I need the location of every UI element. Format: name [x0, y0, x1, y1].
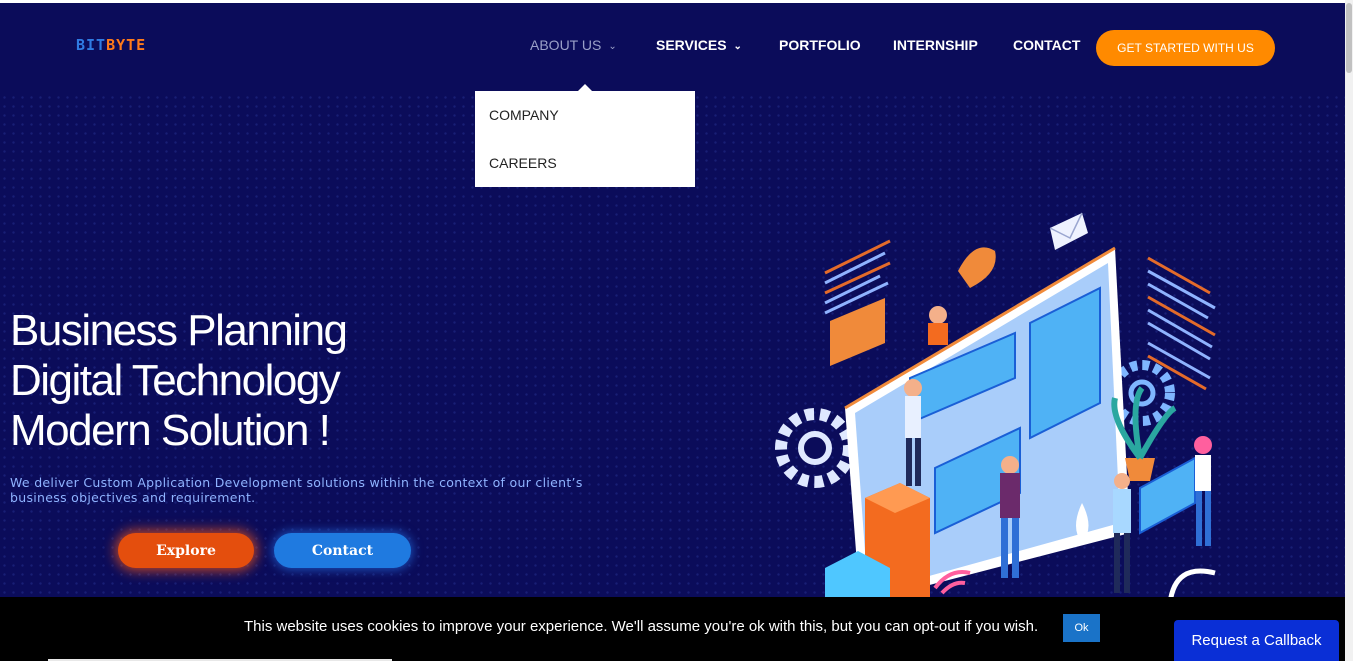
- hero-subtitle: We deliver Custom Application Developmen…: [10, 475, 583, 505]
- logo-part-byte: BYTE: [106, 36, 147, 54]
- cookie-accept-button[interactable]: Ok: [1063, 614, 1100, 642]
- nav-item-about-us[interactable]: ABOUT US ⌄: [530, 37, 617, 53]
- person-figure: [1113, 473, 1131, 593]
- contact-button[interactable]: Contact: [274, 533, 411, 568]
- hero-title-line-1: Business Planning: [10, 306, 348, 355]
- logo-part-bit: BIT: [76, 36, 107, 54]
- nav-label: CONTACT: [1013, 37, 1081, 53]
- chevron-down-icon: ⌄: [608, 41, 617, 52]
- nav-item-portfolio[interactable]: PORTFOLIO: [779, 37, 861, 53]
- cookie-message: This website uses cookies to improve you…: [244, 618, 1039, 635]
- gear-icon: [775, 408, 855, 488]
- nav-label: SERVICES: [656, 37, 727, 53]
- person-figure: [928, 306, 948, 345]
- hero-title-line-3: Modern Solution !: [10, 406, 331, 455]
- logo[interactable]: BITBYTE: [76, 36, 146, 54]
- isometric-dashboard-illustration: [775, 212, 1216, 603]
- scrollbar-thumb[interactable]: [1346, 3, 1352, 73]
- page: BITBYTE ABOUT US ⌄ SERVICES ⌄ PORTFOLIO IN…: [0, 3, 1345, 661]
- person-figure: [1194, 436, 1212, 546]
- explore-button[interactable]: Explore: [118, 533, 254, 568]
- envelope-icon: [1049, 212, 1088, 250]
- request-callback-button[interactable]: Request a Callback: [1174, 620, 1339, 661]
- hero-title: Business Planning Digital Technology Mod…: [10, 306, 530, 456]
- nav-item-services[interactable]: SERVICES ⌄: [656, 37, 742, 53]
- play-icon: [958, 247, 996, 288]
- dropdown-item-company[interactable]: COMPANY: [489, 107, 559, 123]
- chevron-down-icon: ⌄: [733, 41, 742, 52]
- nav-label: ABOUT US: [530, 37, 602, 53]
- nav-label: PORTFOLIO: [779, 37, 861, 53]
- cookie-banner: This website uses cookies to improve you…: [0, 597, 1345, 661]
- dropdown-item-careers[interactable]: CAREERS: [489, 155, 557, 171]
- nav-item-contact[interactable]: CONTACT: [1013, 37, 1080, 53]
- get-started-button[interactable]: GET STARTED WITH US: [1096, 30, 1275, 66]
- scrollbar-track[interactable]: [1345, 0, 1353, 661]
- nav-label: INTERNSHIP: [893, 37, 978, 53]
- hero-title-line-2: Digital Technology: [10, 356, 341, 405]
- about-us-dropdown: COMPANY CAREERS: [475, 84, 695, 187]
- nav-item-internship[interactable]: INTERNSHIP: [893, 37, 978, 53]
